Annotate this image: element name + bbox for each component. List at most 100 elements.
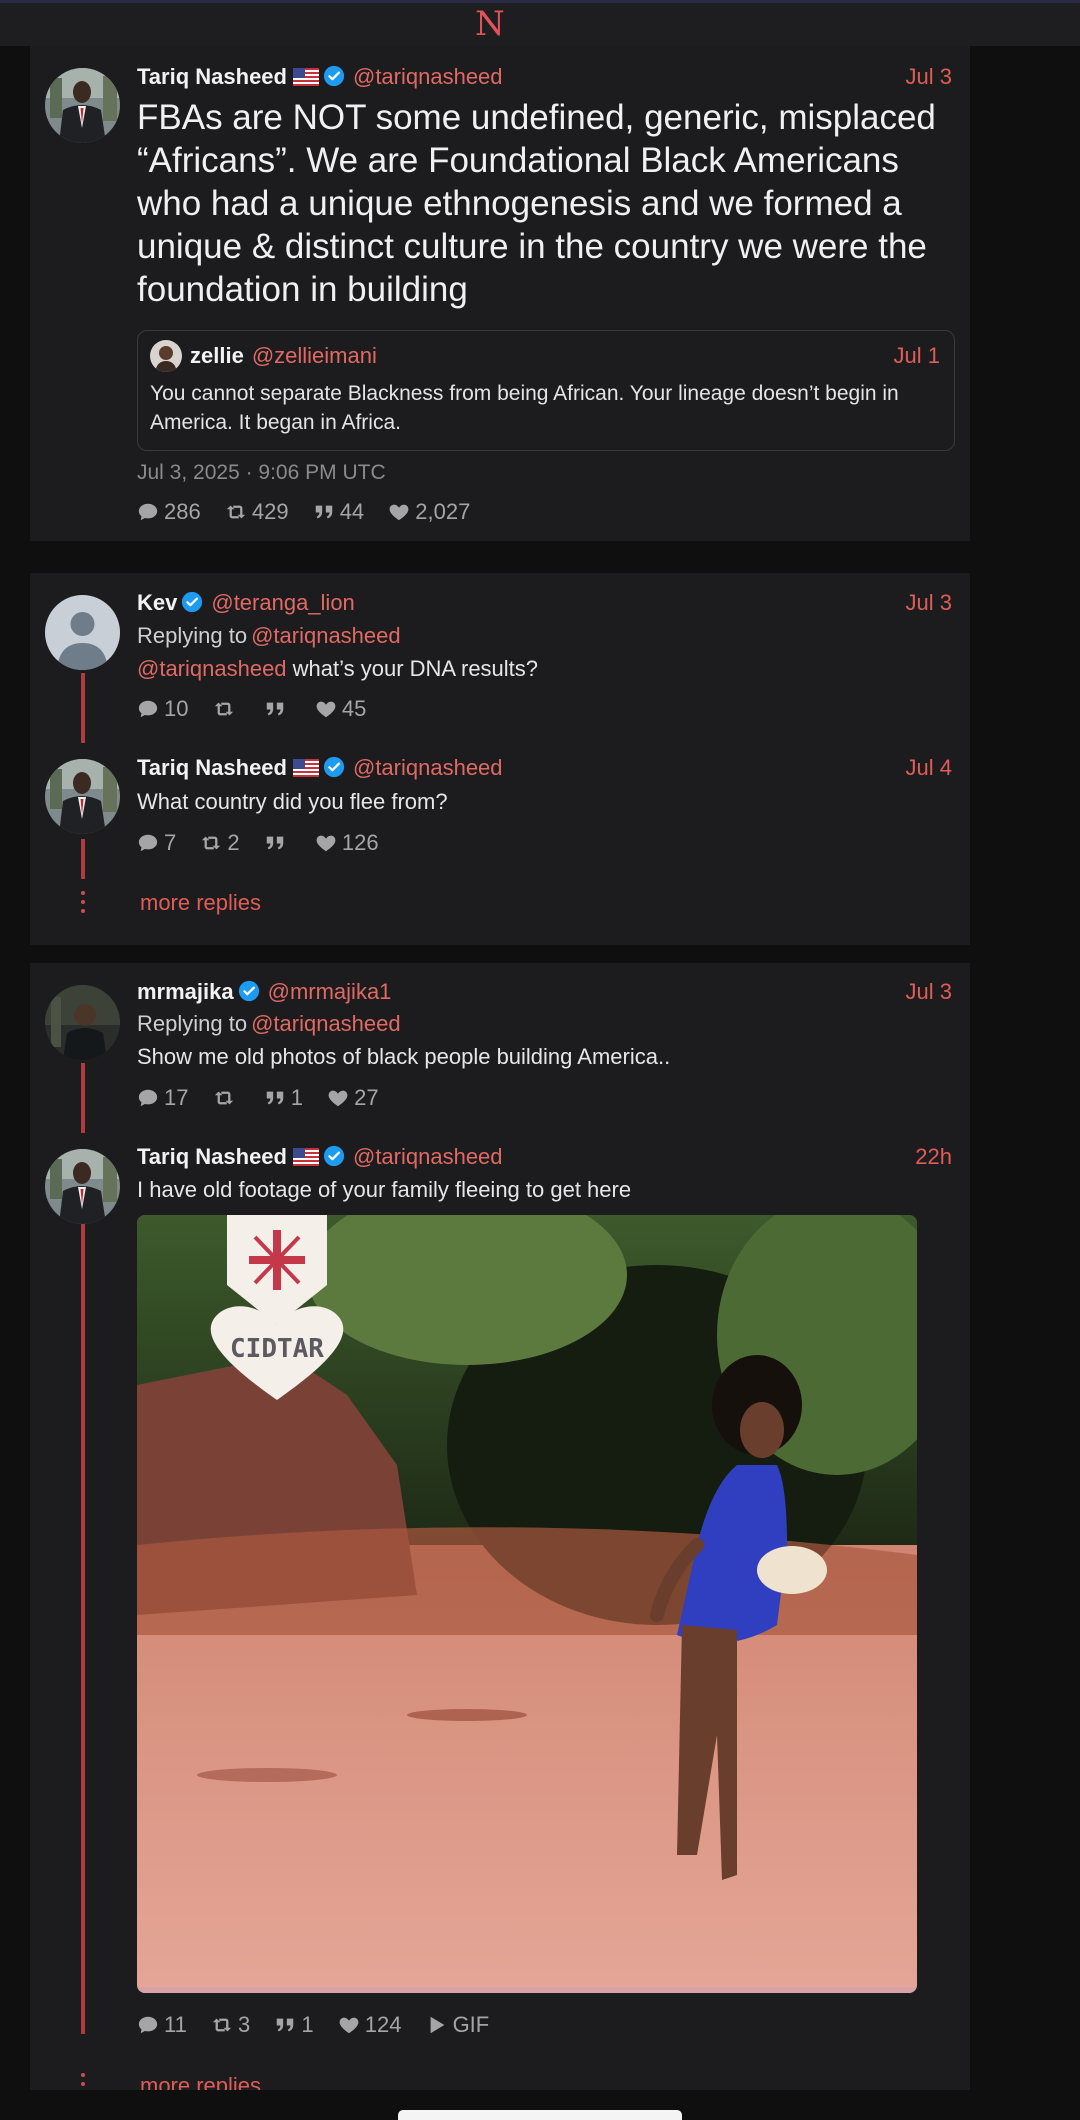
avatar[interactable] xyxy=(45,1149,120,1224)
tweet-timestamp[interactable]: Jul 3, 2025 · 9:06 PM UTC xyxy=(137,458,386,488)
quote-count-value: 44 xyxy=(339,499,365,524)
avatar[interactable] xyxy=(45,759,120,834)
reply-count[interactable]: 286 xyxy=(137,497,201,527)
tweet-date[interactable]: Jul 3 xyxy=(906,62,952,92)
like-count[interactable]: 124 xyxy=(338,2010,401,2040)
more-replies-link[interactable]: more replies xyxy=(140,888,261,918)
tweet-text: Show me old photos of black people build… xyxy=(137,1044,671,1069)
like-count-value: 45 xyxy=(341,696,367,721)
quote-author-handle: @zellieimani xyxy=(251,343,377,368)
mention-link[interactable]: @tariqnasheed xyxy=(137,656,287,681)
author-handle[interactable]: @mrmajika1 xyxy=(268,979,392,1004)
quote-count[interactable] xyxy=(264,828,291,858)
like-count[interactable]: 2,027 xyxy=(388,497,470,527)
gif-play-button[interactable]: GIF xyxy=(426,2010,490,2040)
like-count[interactable]: 27 xyxy=(327,1083,379,1113)
author-name[interactable]: Tariq Nasheed xyxy=(137,1144,287,1169)
verified-icon xyxy=(238,980,260,1002)
replying-to-handle[interactable]: @tariqnasheed xyxy=(251,623,401,648)
like-count-value: 126 xyxy=(341,830,379,855)
comment-icon xyxy=(137,698,159,720)
quote-count[interactable]: 44 xyxy=(313,497,364,527)
tweet-header: Kev @teranga_lion Jul 3 xyxy=(137,588,952,618)
us-flag-icon xyxy=(293,1148,319,1166)
more-replies-dots xyxy=(79,2073,87,2091)
tweet-stats: 11 3 1 124 GIF xyxy=(137,2010,507,2040)
tweet-date[interactable]: Jul 3 xyxy=(906,977,952,1007)
quote-icon xyxy=(274,2014,296,2036)
gif-media[interactable]: CIDTAR xyxy=(137,1215,917,1993)
quoted-tweet[interactable]: zellie @zellieimani Jul 1 You cannot sepa… xyxy=(137,330,955,451)
retweet-count[interactable]: 2 xyxy=(200,828,240,858)
avatar[interactable] xyxy=(45,595,120,670)
reply-count[interactable]: 17 xyxy=(137,1083,188,1113)
retweet-count-value: 429 xyxy=(251,499,289,524)
verified-icon xyxy=(323,1145,345,1167)
replying-to-label: Replying to xyxy=(137,623,248,648)
quote-count[interactable]: 1 xyxy=(264,1083,303,1113)
quote-icon xyxy=(264,832,286,854)
reply-count-value: 286 xyxy=(164,499,201,524)
author-handle[interactable]: @tariqnasheed xyxy=(353,1144,503,1169)
author-name[interactable]: mrmajika xyxy=(137,979,234,1004)
quote-count[interactable] xyxy=(264,694,291,724)
home-indicator xyxy=(398,2110,682,2120)
tweet-stats: 10 45 xyxy=(137,694,384,724)
heart-icon xyxy=(315,832,337,854)
avatar[interactable] xyxy=(45,68,120,143)
author-handle[interactable]: @tariqnasheed xyxy=(353,755,503,780)
tweet-header: mrmajika @mrmajika1 Jul 3 xyxy=(137,977,952,1007)
replying-to-label: Replying to xyxy=(137,1011,248,1036)
tweet-date[interactable]: Jul 3 xyxy=(906,588,952,618)
like-count[interactable]: 126 xyxy=(315,828,379,858)
comment-icon xyxy=(137,1087,159,1109)
gif-label: GIF xyxy=(452,2012,490,2037)
retweet-count[interactable]: 3 xyxy=(211,2010,250,2040)
quote-icon xyxy=(264,698,286,720)
us-flag-icon xyxy=(293,68,319,86)
retweet-count[interactable] xyxy=(213,694,240,724)
avatar[interactable] xyxy=(45,985,120,1060)
retweet-count[interactable] xyxy=(213,1083,240,1113)
tweet-stats: 7 2 126 xyxy=(137,828,397,858)
us-flag-icon xyxy=(293,759,319,777)
more-replies-link[interactable]: more replies xyxy=(140,2071,261,2090)
play-icon xyxy=(426,2014,448,2036)
author-name[interactable]: Kev xyxy=(137,590,177,615)
quote-header: zellie @zellieimani Jul 1 xyxy=(190,341,940,371)
quote-icon xyxy=(264,1087,286,1109)
reply-count[interactable]: 11 xyxy=(137,2010,187,2040)
quote-date: Jul 1 xyxy=(893,343,940,368)
tweet-text: What country did you flee from? xyxy=(137,789,448,814)
replying-to-handle[interactable]: @tariqnasheed xyxy=(251,1011,401,1036)
tweet-text: FBAs are NOT some undefined, generic, mi… xyxy=(137,98,936,309)
author-handle[interactable]: @teranga_lion xyxy=(211,590,354,615)
tweet-header: Tariq Nasheed @tariqnasheed 22h xyxy=(137,1142,952,1172)
more-replies-dots xyxy=(79,891,87,918)
like-count[interactable]: 45 xyxy=(315,694,366,724)
tweet-date[interactable]: Jul 4 xyxy=(906,753,952,783)
reply-count-value: 17 xyxy=(164,1085,189,1110)
comment-icon xyxy=(137,2014,159,2036)
quote-count[interactable]: 1 xyxy=(274,2010,314,2040)
author-name[interactable]: Tariq Nasheed xyxy=(137,64,287,89)
tweet-header: Tariq Nasheed @tariqnasheed Jul 3 xyxy=(137,62,952,92)
tweet-date[interactable]: 22h xyxy=(915,1142,952,1172)
verified-icon xyxy=(181,591,203,613)
thread-line xyxy=(81,673,85,743)
reply-count-value: 7 xyxy=(164,830,177,855)
like-count-value: 27 xyxy=(354,1085,379,1110)
main-tweet-card: Tariq Nasheed @tariqnasheed Jul 3 FBAs ar… xyxy=(30,46,970,541)
reply-thread-card: Kev @teranga_lion Jul 3 Replying to @tariq… xyxy=(30,573,970,945)
retweet-icon xyxy=(213,1087,235,1109)
author-name[interactable]: Tariq Nasheed xyxy=(137,755,287,780)
reply-count[interactable]: 10 xyxy=(137,694,188,724)
author-handle[interactable]: @tariqnasheed xyxy=(353,64,503,89)
site-logo[interactable]: N xyxy=(475,9,505,39)
tweet-text-body: what’s your DNA results? xyxy=(286,656,539,681)
top-nav-bar: N xyxy=(0,0,1080,46)
reply-count[interactable]: 7 xyxy=(137,828,176,858)
comment-icon xyxy=(137,832,159,854)
retweet-count[interactable]: 429 xyxy=(225,497,289,527)
replying-to: Replying to @tariqnasheed xyxy=(137,1009,401,1039)
